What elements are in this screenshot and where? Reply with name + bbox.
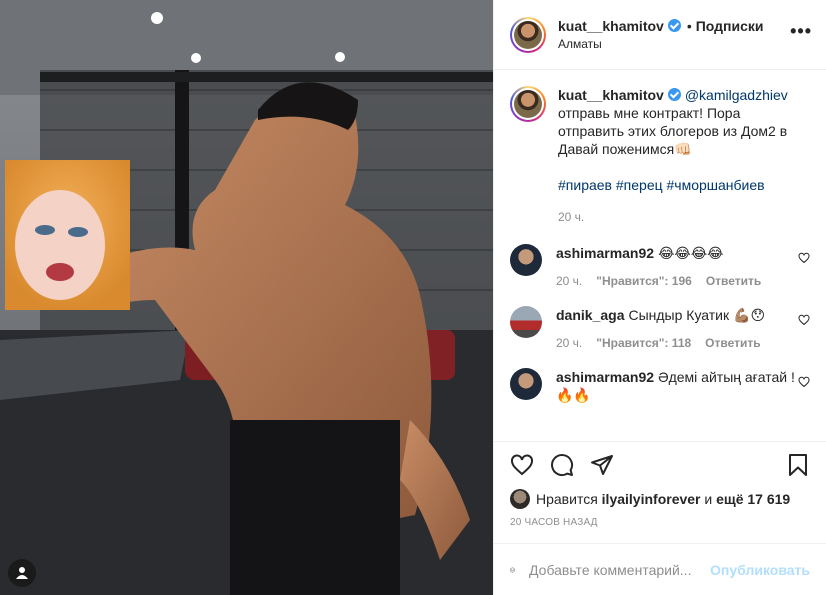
reply-button[interactable]: Ответить [705,334,760,352]
more-options-button[interactable]: ••• [790,22,812,40]
comment-likes[interactable]: "Нравится": 118 [596,334,691,352]
comment-item: danik_aga Сындыр Куатик 💪🏽😯 20 ч. "Нравит… [510,306,810,352]
add-comment-bar: Опубликовать [494,543,826,595]
comment-likes[interactable]: "Нравится": 196 [596,272,692,290]
paper-plane-icon[interactable] [590,453,614,477]
separator-dot: • [686,17,692,34]
author-username[interactable]: kuat__khamitov [558,17,664,35]
post-modal: kuat__khamitov • Подписки Алматы ••• kua… [0,0,826,595]
bookmark-icon[interactable] [786,453,810,477]
commenter-avatar[interactable] [510,244,542,276]
caption-username[interactable]: kuat__khamitov [558,87,664,103]
comment-item: ashimarman92 Әдемі айтың ағатай ! 🔥🔥 [510,368,810,404]
author-avatar[interactable] [510,16,546,53]
commenter-avatar[interactable] [510,306,542,338]
caption: kuat__khamitov @kamilgadzhiev отправь мне… [510,86,810,226]
verified-icon [667,19,681,32]
liker-username[interactable]: ilyailyinforever [602,491,701,507]
commenter-avatar[interactable] [510,368,542,400]
comment-like-icon[interactable] [798,376,810,388]
comment-like-icon[interactable] [798,314,810,326]
comment-username[interactable]: ashimarman92 [556,369,654,385]
smiley-icon[interactable] [510,558,515,582]
comment-username[interactable]: danik_aga [556,307,624,323]
comment-time[interactable]: 20 ч. [556,272,582,290]
user-icon [16,567,28,579]
user-tags-button[interactable] [8,559,36,587]
caption-time[interactable]: 20 ч. [558,208,584,226]
verified-icon [667,88,681,101]
comment-text: 😂😂😂😂 [658,245,724,261]
comment-icon[interactable] [550,453,574,477]
caption-hashtags[interactable]: #пираев #перец #чморшанбиев [558,176,810,194]
post-photo[interactable] [0,0,493,595]
likes-prefix: Нравится [536,491,598,507]
liker-avatar[interactable] [510,489,530,509]
publish-button[interactable]: Опубликовать [710,562,810,578]
comment-username[interactable]: ashimarman92 [556,245,654,261]
comment-text: Сындыр Куатик 💪🏽😯 [628,307,766,323]
post-timestamp[interactable]: 20 ЧАСОВ НАЗАД [494,511,826,537]
following-button[interactable]: Подписки [696,17,764,35]
caption-mention[interactable]: @kamilgadzhiev [685,87,788,103]
comment-time[interactable]: 20 ч. [556,334,582,352]
post-location[interactable]: Алматы [558,35,764,53]
photo-illustration [0,0,493,595]
post-header: kuat__khamitov • Подписки Алматы ••• [494,0,826,70]
comment-like-icon[interactable] [798,252,810,264]
action-bar [494,441,826,487]
heart-icon[interactable] [510,453,534,477]
likes-summary: Нравится ilyailyinforever и ещё 17 619 [494,487,826,511]
caption-avatar[interactable] [510,86,546,122]
comments-list[interactable]: kuat__khamitov @kamilgadzhiev отправь мне… [494,70,826,441]
comment-item: ashimarman92 😂😂😂😂 20 ч. "Нравится": 196 О… [510,244,810,290]
reply-button[interactable]: Ответить [706,272,761,290]
post-sidebar: kuat__khamitov • Подписки Алматы ••• kua… [493,0,826,595]
likes-count-button[interactable]: ещё 17 619 [716,491,790,507]
comment-input[interactable] [529,561,711,578]
caption-text: отправь мне контракт! Пора отправить эти… [558,105,788,157]
likes-and: и [704,491,713,507]
